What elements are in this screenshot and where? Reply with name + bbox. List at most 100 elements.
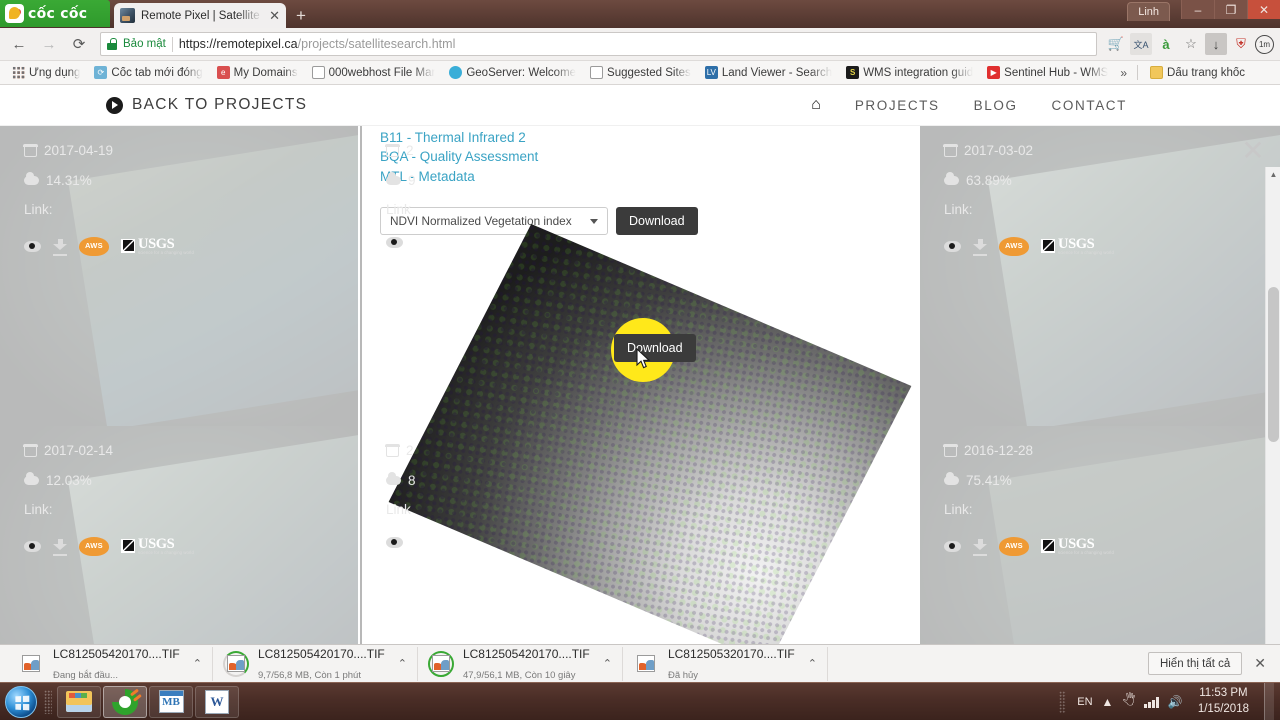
download-menu-caret-icon[interactable]: ⌃ (808, 657, 817, 670)
bookmark-wms-integration[interactable]: S WMS integration guid (840, 64, 979, 81)
scrollbar-thumb[interactable] (1268, 287, 1279, 442)
address-bar[interactable]: Bảo mật https://remotepixel.ca/projects/… (100, 32, 1097, 56)
back-to-projects-link[interactable]: BACK TO PROJECTS (106, 96, 307, 114)
user-profile-chip[interactable]: Linh (1127, 2, 1170, 21)
start-button[interactable] (5, 685, 37, 718)
download-filename: LC812505320170....TIF (667, 646, 795, 661)
back-button[interactable]: ← (6, 31, 32, 57)
download-status: 9,7/56,8 MB, Còn 1 phút (257, 669, 361, 681)
bookmark-apps[interactable]: Ứng dụng (6, 64, 86, 81)
scene-actions: AWS USGS science for a changing world (24, 236, 194, 256)
clock[interactable]: 11:53 PM 1/15/2018 (1192, 686, 1255, 717)
show-all-downloads-button[interactable]: Hiển thị tất cả (1147, 652, 1243, 675)
browser-tab[interactable]: Remote Pixel | Satellite Se ✕ (114, 3, 286, 28)
home-icon[interactable]: ⌂ (811, 96, 821, 114)
nav-link-blog[interactable]: BLOG (974, 98, 1018, 113)
aws-badge[interactable]: AWS (79, 536, 109, 556)
usgs-mark-icon (1041, 238, 1055, 253)
bookmark-folder-other[interactable]: Dấu trang khốc (1144, 64, 1251, 81)
language-indicator[interactable]: EN (1077, 696, 1092, 708)
usgs-subtitle: science for a changing world (138, 250, 194, 256)
close-window-button[interactable]: ✕ (1247, 0, 1280, 19)
bookmark-suggested-sites[interactable]: Suggested Sites (584, 64, 697, 81)
usgs-text: USGS science for a changing world (138, 237, 194, 256)
download-icon[interactable] (973, 539, 987, 556)
network-signal-icon[interactable] (1144, 696, 1159, 708)
bookmark-sentinel-hub[interactable]: ▶ Sentinel Hub - WMS (981, 64, 1114, 81)
taskbar-app-coccoc[interactable] (103, 685, 147, 718)
taskbar-app-word[interactable]: W (195, 685, 239, 718)
back-to-projects-label: BACK TO PROJECTS (132, 96, 308, 113)
forward-button[interactable]: → (36, 31, 62, 57)
preview-eye-icon[interactable] (944, 240, 961, 252)
volume-icon[interactable]: 🔊 (1168, 695, 1183, 709)
preview-eye-icon[interactable] (24, 240, 41, 252)
downloads-icon[interactable]: ↓ (1205, 33, 1227, 55)
bookmark-label: WMS integration guid (863, 66, 974, 79)
aws-badge[interactable]: AWS (999, 236, 1029, 256)
download-item[interactable]: LC812505320170....TIF Đã hủy ⌃ (623, 646, 828, 681)
coccoc-logo[interactable]: cốc cốc (0, 0, 110, 27)
show-desktop-button[interactable] (1264, 682, 1274, 720)
scene-cloud-row: 75.41% (944, 471, 1114, 488)
page-scrollbar[interactable]: ▲ ▼ (1265, 167, 1280, 682)
bookmark-geoserver[interactable]: GeoServer: Welcome (443, 64, 582, 81)
cloud-icon (944, 471, 959, 485)
tray-grip[interactable] (1059, 690, 1067, 713)
download-menu-caret-icon[interactable]: ⌃ (398, 657, 407, 670)
usgs-badge[interactable]: USGS science for a changing world (121, 537, 194, 556)
geoserver-icon (449, 66, 463, 79)
tray-expand-icon[interactable]: ▲ (1102, 695, 1114, 709)
bookmark-my-domains[interactable]: e My Domains (211, 64, 304, 81)
modal-close-icon[interactable]: ✕ (1240, 137, 1266, 166)
download-button[interactable]: Download (616, 207, 698, 235)
action-center-icon[interactable]: 🖑 (1122, 691, 1135, 712)
usgs-badge[interactable]: USGS science for a changing world (1041, 237, 1114, 256)
download-item[interactable]: LC812505420170....TIF 9,7/56,8 MB, Còn 1… (213, 646, 418, 681)
preview-eye-icon[interactable] (24, 540, 41, 552)
preview-eye-icon[interactable] (386, 536, 403, 548)
download-item[interactable]: LC812505420170....TIF Đang bắt đầu... ⌃ (8, 646, 213, 681)
accent-icon[interactable]: à (1155, 33, 1177, 55)
download-menu-caret-icon[interactable]: ⌃ (193, 657, 202, 670)
ndvi-preview[interactable] (400, 244, 900, 644)
bookmark-000webhost[interactable]: 000webhost File Mar (306, 64, 442, 81)
bookmark-star-icon[interactable]: ☆ (1180, 33, 1202, 55)
download-item[interactable]: LC812505420170....TIF 47,9/56,1 MB, Còn … (418, 646, 623, 681)
bookmark-land-viewer[interactable]: LV Land Viewer - Search (699, 64, 838, 81)
maximize-button[interactable]: ❐ (1214, 0, 1247, 19)
nav-link-projects[interactable]: PROJECTS (855, 98, 940, 113)
adblock-shield-icon[interactable]: ⛨ (1230, 33, 1252, 55)
scroll-up-arrow[interactable]: ▲ (1266, 167, 1280, 182)
aws-badge[interactable]: AWS (79, 236, 109, 256)
preview-eye-icon[interactable] (944, 540, 961, 552)
taskbar-grip[interactable] (44, 689, 52, 714)
scene-link-label: Link (386, 502, 411, 517)
speed-ring-icon[interactable]: 1m (1255, 34, 1274, 54)
bookmark-label: Cốc tab mới đóng (111, 66, 203, 79)
taskbar-app-explorer[interactable] (57, 685, 101, 718)
new-tab-button[interactable]: + (296, 7, 306, 24)
landviewer-icon: LV (704, 66, 718, 79)
bookmarks-overflow-button[interactable]: » (1116, 66, 1131, 80)
download-icon[interactable] (973, 239, 987, 256)
minimize-button[interactable]: – (1181, 0, 1214, 19)
reload-button[interactable]: ⟳ (66, 31, 92, 57)
download-icon[interactable] (53, 539, 67, 556)
tab-close-icon[interactable]: ✕ (269, 9, 280, 22)
download-button-overlay[interactable]: Download (614, 334, 696, 362)
usgs-badge[interactable]: USGS science for a changing world (1041, 537, 1114, 556)
usgs-text: USGS science for a changing world (1058, 537, 1114, 556)
nav-link-contact[interactable]: CONTACT (1052, 98, 1127, 113)
translate-icon[interactable]: 文A (1130, 33, 1152, 55)
bookmark-restore-tab[interactable]: ⟳ Cốc tab mới đóng (88, 64, 208, 81)
browser-toolbar: ← → ⟳ Bảo mật https://remotepixel.ca/pro… (0, 28, 1280, 61)
download-icon[interactable] (53, 239, 67, 256)
download-menu-caret-icon[interactable]: ⌃ (603, 657, 612, 670)
close-shelf-icon[interactable]: ✕ (1254, 655, 1266, 672)
usgs-badge[interactable]: USGS science for a changing world (121, 237, 194, 256)
taskbar-app-mb[interactable]: MB (149, 685, 193, 718)
aws-badge[interactable]: AWS (999, 536, 1029, 556)
preview-eye-icon[interactable] (386, 236, 403, 248)
cart-icon[interactable]: 🛒 (1105, 33, 1127, 55)
